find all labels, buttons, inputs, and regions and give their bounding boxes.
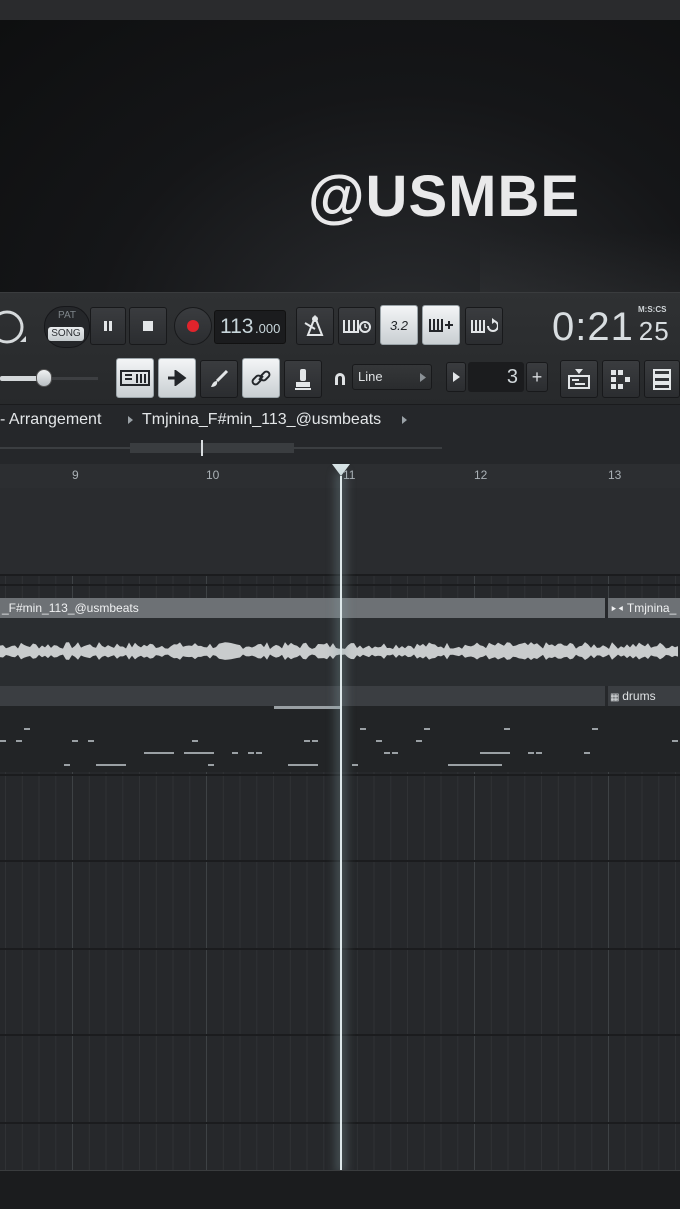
webcam-banner: @USMBE xyxy=(0,20,680,292)
audio-clip-icon: ⯈⯇ xyxy=(610,604,627,614)
horizontal-scrollbar[interactable] xyxy=(0,440,442,456)
pause-icon xyxy=(104,321,112,331)
audio-clip-name: _F#min_113_@usmbeats xyxy=(2,601,139,615)
breadcrumb-arrow-icon xyxy=(128,416,133,424)
arrow-icon xyxy=(168,370,187,386)
brush-icon xyxy=(211,369,229,387)
piano-roll-button[interactable] xyxy=(116,358,154,398)
tempo-fraction: .000 xyxy=(255,321,281,336)
brand-watermark: @USMBE xyxy=(308,164,581,229)
stop-button[interactable] xyxy=(129,307,167,345)
channel-rack-button[interactable] xyxy=(602,360,640,398)
metronome-button[interactable] xyxy=(296,307,334,345)
bar-number: 12 xyxy=(474,468,488,482)
magnet-icon xyxy=(335,373,345,385)
add-pattern-button[interactable]: + xyxy=(526,362,548,392)
snap-selector[interactable]: Line xyxy=(330,364,432,392)
plus-icon: + xyxy=(531,366,543,387)
app-window: @USMBE PAT SONG 113 .000 3.2 0:21 25 M:S… xyxy=(0,0,680,1209)
snap-value: Line xyxy=(358,369,383,384)
step-edit-toggle[interactable] xyxy=(422,305,460,345)
song-label: SONG xyxy=(48,327,84,341)
draw-tool-button[interactable] xyxy=(158,358,196,398)
pattern-selector[interactable]: 3 + xyxy=(446,362,550,392)
clock-centiseconds: 25 xyxy=(638,316,670,346)
record-button[interactable] xyxy=(174,307,212,345)
tempo-display[interactable]: 113 .000 xyxy=(214,310,286,344)
master-volume-thumb[interactable] xyxy=(36,369,52,387)
clock-format-label: M:S:CS xyxy=(638,305,667,314)
metronome-icon xyxy=(304,315,324,336)
audio-clip-header-next[interactable]: ⯈⯇ Tmjnina_ xyxy=(608,598,680,618)
audio-clip-name: Tmjnina_ xyxy=(626,601,677,615)
song-position-clock[interactable]: 0:21 25 M:S:CS xyxy=(552,300,680,350)
stamp-tool-button[interactable] xyxy=(284,360,322,398)
tempo-integer: 113 xyxy=(220,315,254,338)
mixer-button[interactable] xyxy=(644,360,680,398)
playhead[interactable] xyxy=(340,476,342,1170)
pattern-clip-name: drums xyxy=(622,689,656,703)
play-small-icon xyxy=(452,372,460,382)
audio-clip-header[interactable]: _F#min_113_@usmbeats xyxy=(0,598,605,618)
window-top-strip xyxy=(0,0,680,20)
record-icon xyxy=(187,320,199,332)
bar-number: 10 xyxy=(206,468,220,482)
clock-minutes-seconds: 0:21 xyxy=(552,305,634,349)
loop-record-icon xyxy=(471,318,498,333)
knob-icon[interactable] xyxy=(0,306,28,348)
playhead-marker[interactable] xyxy=(332,464,350,476)
loop-record-button[interactable] xyxy=(465,307,503,345)
pattern-clip-icon: ▦ xyxy=(610,692,623,703)
banner-texture xyxy=(480,232,680,292)
stamp-icon xyxy=(295,369,311,390)
link-icon xyxy=(251,370,271,386)
breadcrumb-arrow-icon xyxy=(402,416,407,424)
mixer-icon xyxy=(653,369,671,390)
pat-song-toggle[interactable]: PAT SONG xyxy=(44,306,90,348)
pat-label: PAT xyxy=(58,310,76,321)
playlist-icon xyxy=(568,369,590,389)
breadcrumb-pattern-name[interactable]: Tmjnina_F#min_113_@usmbeats xyxy=(142,411,381,429)
pattern-number-box[interactable]: 3 xyxy=(468,362,524,392)
countdown-toggle[interactable]: 3.2 xyxy=(380,305,418,345)
pause-button[interactable] xyxy=(90,307,126,345)
link-button[interactable] xyxy=(242,358,280,398)
stop-icon xyxy=(143,321,153,331)
chevron-right-icon xyxy=(420,373,426,382)
channel-rack-icon xyxy=(611,370,630,389)
bar-number: 9 xyxy=(72,468,79,482)
pattern-prev-button[interactable] xyxy=(446,362,466,392)
playlist-button[interactable] xyxy=(560,360,598,398)
breadcrumb-arrangement[interactable]: - Arrangement xyxy=(0,411,101,429)
pattern-number: 3 xyxy=(506,366,518,388)
paint-tool-button[interactable] xyxy=(200,360,238,398)
step-edit-icon xyxy=(429,319,453,332)
wait-input-button[interactable] xyxy=(338,307,376,345)
master-volume-track[interactable] xyxy=(44,377,98,380)
bottom-bar xyxy=(0,1170,680,1209)
pattern-clip-header-next[interactable]: ▦ drums xyxy=(608,686,680,706)
countdown-icon: 3.2 xyxy=(389,317,409,333)
pattern-clip-header[interactable] xyxy=(0,686,605,706)
wait-icon xyxy=(343,320,371,333)
bar-number: 13 xyxy=(608,468,622,482)
piano-roll-icon xyxy=(120,370,150,386)
